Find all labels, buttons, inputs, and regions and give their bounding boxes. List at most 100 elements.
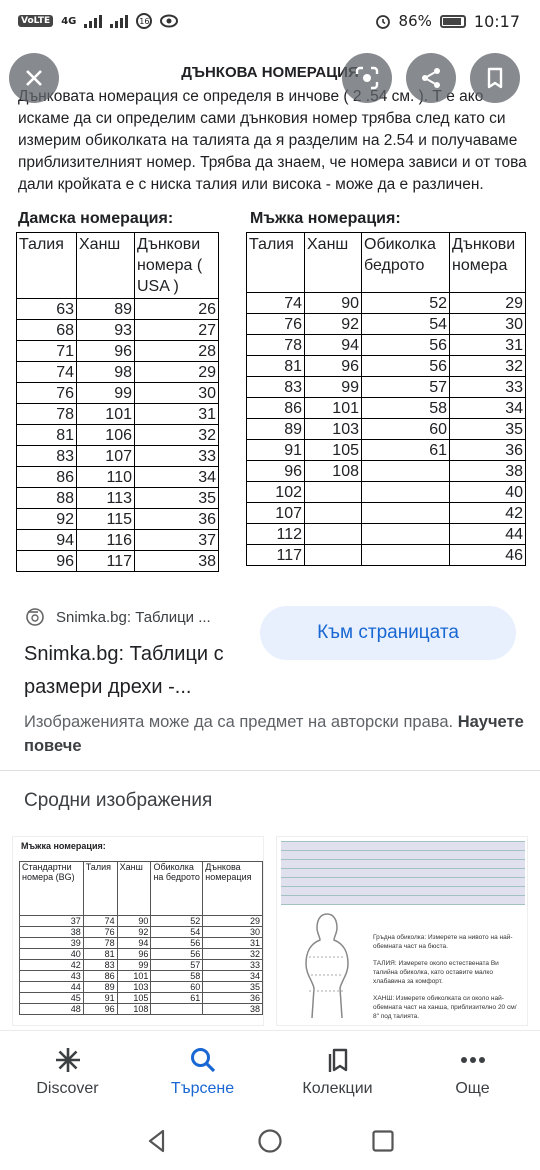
table-cell: 43 xyxy=(19,970,84,982)
table-cell: 31 xyxy=(202,937,263,949)
table-row: 86 101 58 34 xyxy=(246,397,526,419)
recents-icon[interactable] xyxy=(370,1128,396,1154)
column-header: Дънкови номера xyxy=(449,232,526,293)
table-cell: 81 xyxy=(82,948,118,960)
source-title[interactable]: Snimka.bg: Таблици с размери дрехи -... xyxy=(24,638,254,704)
table-cell: 101 xyxy=(116,970,152,982)
copyright-text: Изображенията може да са предмет на авто… xyxy=(24,713,454,731)
thumb-size-table: Стандартни номера (BG) Талия Ханш Обикол… xyxy=(19,861,263,1015)
table-row: 76 92 54 30 xyxy=(246,313,526,335)
table-cell xyxy=(304,481,362,503)
nav-more-label: Още xyxy=(455,1079,490,1097)
table-cell: 37 xyxy=(19,915,84,927)
nav-collections-label: Колекции xyxy=(302,1079,373,1097)
table-cell: 33 xyxy=(449,376,526,398)
table-row: 92 115 36 xyxy=(16,508,219,530)
table-cell: 54 xyxy=(150,926,204,938)
table-cell: 86 xyxy=(82,970,118,982)
table-cell: 28 xyxy=(134,340,219,362)
related-image-thumbnail[interactable]: Гръдна обиколка: Измерете на нивото на н… xyxy=(276,836,528,1026)
table-cell: 92 xyxy=(304,313,362,335)
table-cell: 30 xyxy=(449,313,526,335)
men-size-table: Талия Ханш Обиколка бедрото Дънкови номе… xyxy=(246,232,526,566)
table-cell: 45 xyxy=(19,992,84,1004)
home-icon[interactable] xyxy=(257,1128,283,1154)
note-line: ХАНШ: Измерете обиколката си около най-о… xyxy=(373,995,517,1020)
body-figure-icon xyxy=(305,913,349,1019)
table-cell: 96 xyxy=(76,340,135,362)
nav-more[interactable]: Още xyxy=(405,1031,540,1112)
table-row: 89 103 60 35 xyxy=(246,418,526,440)
alarm-icon xyxy=(375,15,390,29)
women-section-title: Дамска номерация: xyxy=(18,210,174,227)
table-cell: 117 xyxy=(246,544,305,566)
lens-button[interactable] xyxy=(342,53,392,103)
visit-page-button[interactable]: Към страницата xyxy=(260,606,516,660)
status-left: VoLTE 4G 16 xyxy=(18,13,179,29)
close-button[interactable] xyxy=(9,53,59,103)
table-row: 38 76 92 54 30 xyxy=(19,926,263,938)
table-cell: 26 xyxy=(134,298,219,320)
share-button[interactable] xyxy=(406,53,456,103)
table-cell: 60 xyxy=(361,418,450,440)
table-cell: 74 xyxy=(16,361,77,383)
table-cell: 37 xyxy=(134,529,219,551)
table-cell: 54 xyxy=(361,313,450,335)
table-cell xyxy=(361,523,450,545)
table-cell: 83 xyxy=(82,959,118,971)
doc-title: ДЪНКОВА НОМЕРАЦИЯ xyxy=(181,64,359,81)
table-row: 107 42 xyxy=(246,502,526,524)
table-cell: 71 xyxy=(16,340,77,362)
nav-discover[interactable]: Discover xyxy=(0,1031,135,1112)
note-line: Гръдна обиколка: Измерете на нивото на н… xyxy=(373,934,513,950)
table-cell: 33 xyxy=(202,959,263,971)
table-cell: 40 xyxy=(19,948,84,960)
table-cell: 38 xyxy=(202,1003,263,1015)
table-cell: 44 xyxy=(19,981,84,993)
column-header: Талия xyxy=(82,861,118,916)
table-cell: 78 xyxy=(246,334,305,356)
table-row: 81 96 56 32 xyxy=(246,355,526,377)
site-favicon-icon xyxy=(24,606,46,628)
table-row: 48 96 108 38 xyxy=(19,1003,263,1015)
table-cell: 105 xyxy=(116,992,152,1004)
bookmark-icon xyxy=(487,67,503,89)
table-cell: 30 xyxy=(134,382,219,404)
collections-icon xyxy=(328,1048,347,1072)
table-cell: 83 xyxy=(246,376,305,398)
nav-search[interactable]: Търсене xyxy=(135,1031,270,1112)
table-cell: 107 xyxy=(246,502,305,524)
table-cell: 36 xyxy=(202,992,263,1004)
signal-icon-2 xyxy=(110,14,129,28)
source-row[interactable]: Snimka.bg: Таблици ... xyxy=(24,606,211,628)
nav-collections[interactable]: Колекции xyxy=(270,1031,405,1112)
table-cell: 57 xyxy=(361,376,450,398)
table-cell: 36 xyxy=(449,439,526,461)
table-row: 43 86 101 58 34 xyxy=(19,970,263,982)
back-icon[interactable] xyxy=(144,1128,170,1154)
table-row: 76 99 30 xyxy=(16,382,219,404)
signal-icon xyxy=(84,14,103,28)
table-cell: 56 xyxy=(150,948,204,960)
table-cell: 113 xyxy=(76,487,135,509)
table-cell: 99 xyxy=(304,376,362,398)
column-header: Обиколка бедрото xyxy=(361,232,450,293)
related-image-thumbnail[interactable]: Мъжка номерация: Стандартни номера (BG) … xyxy=(12,836,264,1026)
save-button[interactable] xyxy=(470,53,520,103)
table-row: 88 113 35 xyxy=(16,487,219,509)
image-preview[interactable]: ДЪНКОВА НОМЕРАЦИЯ Дънковата номерация се… xyxy=(0,42,540,572)
table-cell: 38 xyxy=(449,460,526,482)
table-cell: 90 xyxy=(304,292,362,314)
table-row: 37 74 90 52 29 xyxy=(19,915,263,927)
table-cell: 89 xyxy=(82,981,118,993)
table-cell: 92 xyxy=(116,926,152,938)
table-cell: 105 xyxy=(304,439,362,461)
column-header: Обиколка на бедрото xyxy=(150,861,204,916)
table-cell: 83 xyxy=(16,445,77,467)
table-cell: 39 xyxy=(19,937,84,949)
table-cell: 58 xyxy=(150,970,204,982)
doc-intro: Дънковата номерация се определя в инчове… xyxy=(18,88,527,193)
table-cell: 107 xyxy=(76,445,135,467)
women-size-table: Талия Ханш Дънкови номера ( USA ) 63 89 26… xyxy=(16,232,219,572)
table-cell: 33 xyxy=(134,445,219,467)
